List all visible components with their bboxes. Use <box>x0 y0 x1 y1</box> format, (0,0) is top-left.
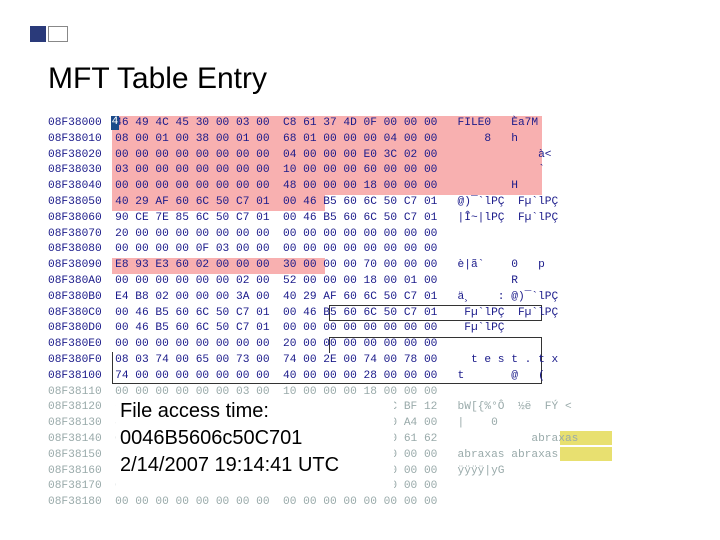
page-title: MFT Table Entry <box>48 62 267 96</box>
hex-row: 08F38080 00 00 00 00 0F 03 00 00 00 00 0… <box>48 242 684 258</box>
hex-row: 08F380A0 00 00 00 00 00 00 02 00 52 00 0… <box>48 274 684 290</box>
hex-row: 08F380F0 08 03 74 00 65 00 73 00 74 00 2… <box>48 353 684 369</box>
hex-row: 08F38060 90 CE 7E 85 6C 50 C7 01 00 46 B… <box>48 211 684 227</box>
hex-row: 08F38000 46 49 4C 45 30 00 03 00 C8 61 3… <box>48 116 684 132</box>
bullet-marker <box>30 26 46 42</box>
hex-row: 08F380D0 00 46 B5 60 6C 50 C7 01 00 00 0… <box>48 321 684 337</box>
hex-row: 08F380C0 00 46 B5 60 6C 50 C7 01 00 46 B… <box>48 306 684 322</box>
hex-row: 08F380E0 00 00 00 00 00 00 00 00 20 00 0… <box>48 337 684 353</box>
hex-row: 08F38100 74 00 00 00 00 00 00 00 40 00 0… <box>48 369 684 385</box>
annotation-line-1: File access time: <box>120 398 390 425</box>
bullet-marker-outline <box>48 26 68 42</box>
hex-row: 08F380B0 E4 B8 02 00 00 00 3A 00 40 29 A… <box>48 290 684 306</box>
hex-row: 08F38020 00 00 00 00 00 00 00 00 04 00 0… <box>48 148 684 164</box>
hex-row: 08F38030 03 00 00 00 00 00 00 00 10 00 0… <box>48 163 684 179</box>
cursor-first-byte: 4 <box>111 116 119 130</box>
hex-row: 08F38010 08 00 01 00 38 00 01 00 68 01 0… <box>48 132 684 148</box>
annotation-line-3: 2/14/2007 19:14:41 UTC <box>120 452 390 479</box>
hex-row: 08F38180 00 00 00 00 00 00 00 00 00 00 0… <box>48 495 684 511</box>
hex-row: 08F38050 40 29 AF 60 6C 50 C7 01 00 46 B… <box>48 195 684 211</box>
hex-row: 08F38090 E8 93 E3 60 02 00 00 00 30 00 0… <box>48 258 684 274</box>
annotation-box: File access time: 0046B5606c50C701 2/14/… <box>116 396 394 492</box>
hex-row: 08F38040 00 00 00 00 00 00 00 00 48 00 0… <box>48 179 684 195</box>
hex-row: 08F38070 20 00 00 00 00 00 00 00 00 00 0… <box>48 227 684 243</box>
annotation-line-2: 0046B5606c50C701 <box>120 425 390 452</box>
